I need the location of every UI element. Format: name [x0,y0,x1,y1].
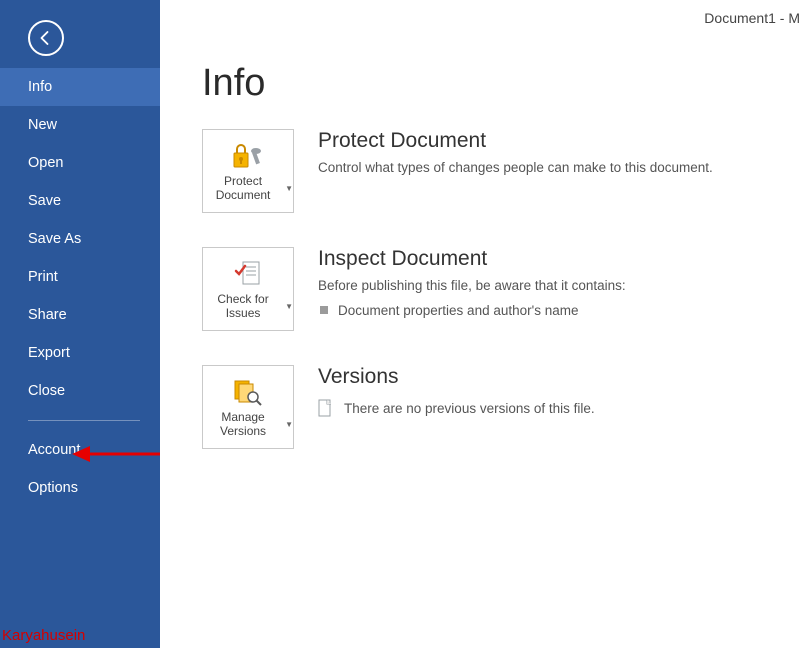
tile-label: Protect Document [203,175,283,203]
nav-item-save-as[interactable]: Save As [0,220,160,258]
nav-item-options[interactable]: Options [0,469,160,507]
section-protect: Protect Document ▼ Protect Document Cont… [202,129,800,213]
page-title: Info [202,62,800,105]
back-button[interactable] [28,20,64,56]
backstage-sidebar: Info New Open Save Save As Print Share E… [0,0,160,648]
manage-versions-button[interactable]: Manage Versions ▼ [202,365,294,449]
nav-divider [28,420,140,421]
nav-item-save[interactable]: Save [0,182,160,220]
check-for-issues-button[interactable]: Check for Issues ▼ [202,247,294,331]
nav-item-export[interactable]: Export [0,334,160,372]
versions-heading: Versions [318,365,595,389]
nav-item-account[interactable]: Account [0,431,160,469]
arrow-left-icon [37,29,55,47]
checklist-icon [231,257,265,291]
protect-desc: Control what types of changes people can… [318,159,713,178]
nav-item-open[interactable]: Open [0,144,160,182]
inspect-desc: Before publishing this file, be aware th… [318,277,626,296]
section-versions: Manage Versions ▼ Versions There are no … [202,365,800,449]
tile-label: Check for Issues [203,293,283,321]
nav-item-share[interactable]: Share [0,296,160,334]
tile-label: Manage Versions [203,411,283,439]
watermark: Karyahusein [2,627,85,644]
main-panel: Document1 - M Info Protect Document ▼ Pr… [160,0,800,648]
lock-key-icon [231,139,265,173]
versions-icon [231,375,265,409]
nav-list: Info New Open Save Save As Print Share E… [0,68,160,410]
nav-item-info[interactable]: Info [0,68,160,106]
nav-item-print[interactable]: Print [0,258,160,296]
issue-list: Document properties and author's name [318,300,626,322]
chevron-down-icon: ▼ [285,420,293,429]
chevron-down-icon: ▼ [285,184,293,193]
protect-heading: Protect Document [318,129,713,153]
nav-list-bottom: Account Options [0,431,160,507]
nav-item-close[interactable]: Close [0,372,160,410]
inspect-heading: Inspect Document [318,247,626,271]
protect-document-button[interactable]: Protect Document ▼ [202,129,294,213]
issue-item: Document properties and author's name [318,300,626,322]
chevron-down-icon: ▼ [285,302,293,311]
section-inspect: Check for Issues ▼ Inspect Document Befo… [202,247,800,331]
nav-item-new[interactable]: New [0,106,160,144]
document-icon [318,399,334,417]
versions-desc: There are no previous versions of this f… [344,401,595,416]
document-title: Document1 - M [704,10,800,26]
